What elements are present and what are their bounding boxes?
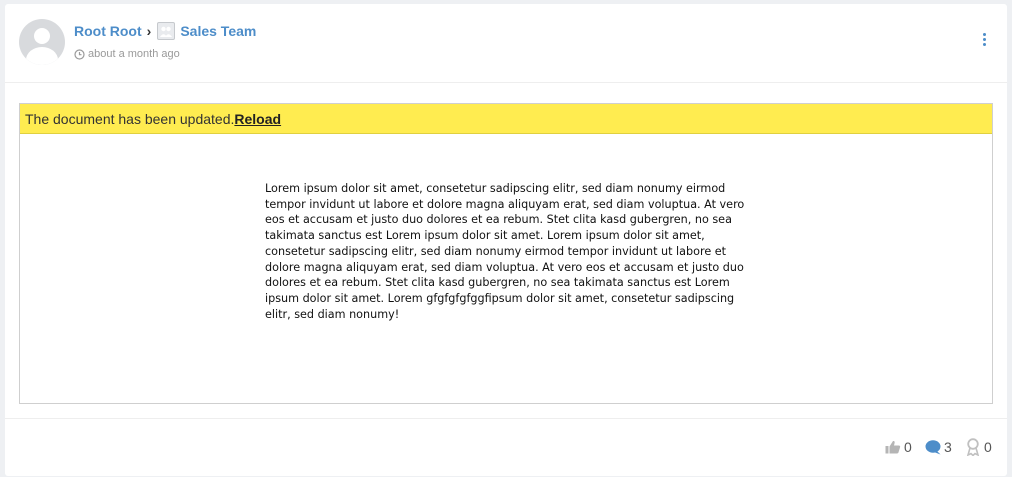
menu-dot [982,42,986,46]
post-footer: 0 3 0 [5,418,1007,477]
post-card: Root Root › Sales Team about a month ago [5,4,1007,476]
vertical-ellipsis-icon[interactable] [975,29,993,49]
awards-button[interactable]: 0 [965,437,992,457]
menu-dot [982,37,986,41]
author-avatar[interactable] [19,19,65,65]
breadcrumb-separator: › [146,23,152,39]
author-line: Root Root › Sales Team [74,22,256,40]
menu-dot [982,32,986,36]
comment-count: 3 [944,439,952,455]
notice-text: The document has been updated. [25,110,235,127]
group-icon[interactable] [157,22,176,40]
award-icon [965,438,981,456]
post-timestamp-line: about a month ago [74,47,180,61]
document-preview-frame: The document has been updated. Reload Lo… [19,103,993,404]
like-button[interactable]: 0 [885,437,912,457]
award-count: 0 [984,439,992,455]
post-header: Root Root › Sales Team about a month ago [5,4,1007,83]
avatar-body-shape [26,47,58,65]
author-link[interactable]: Root Root [74,23,142,39]
document-updated-notice: The document has been updated. Reload [20,104,992,134]
comments-button[interactable]: 3 [925,437,952,457]
like-count: 0 [904,439,912,455]
clock-icon [74,48,85,60]
avatar-head-shape [34,28,50,44]
thumbs-up-icon [885,440,901,454]
comment-bubble-icon [925,439,941,455]
reload-link[interactable]: Reload [234,111,281,127]
document-body-text: Lorem ipsum dolor sit amet, consetetur s… [265,182,745,321]
space-link[interactable]: Sales Team [180,23,256,39]
post-timestamp[interactable]: about a month ago [88,48,180,60]
